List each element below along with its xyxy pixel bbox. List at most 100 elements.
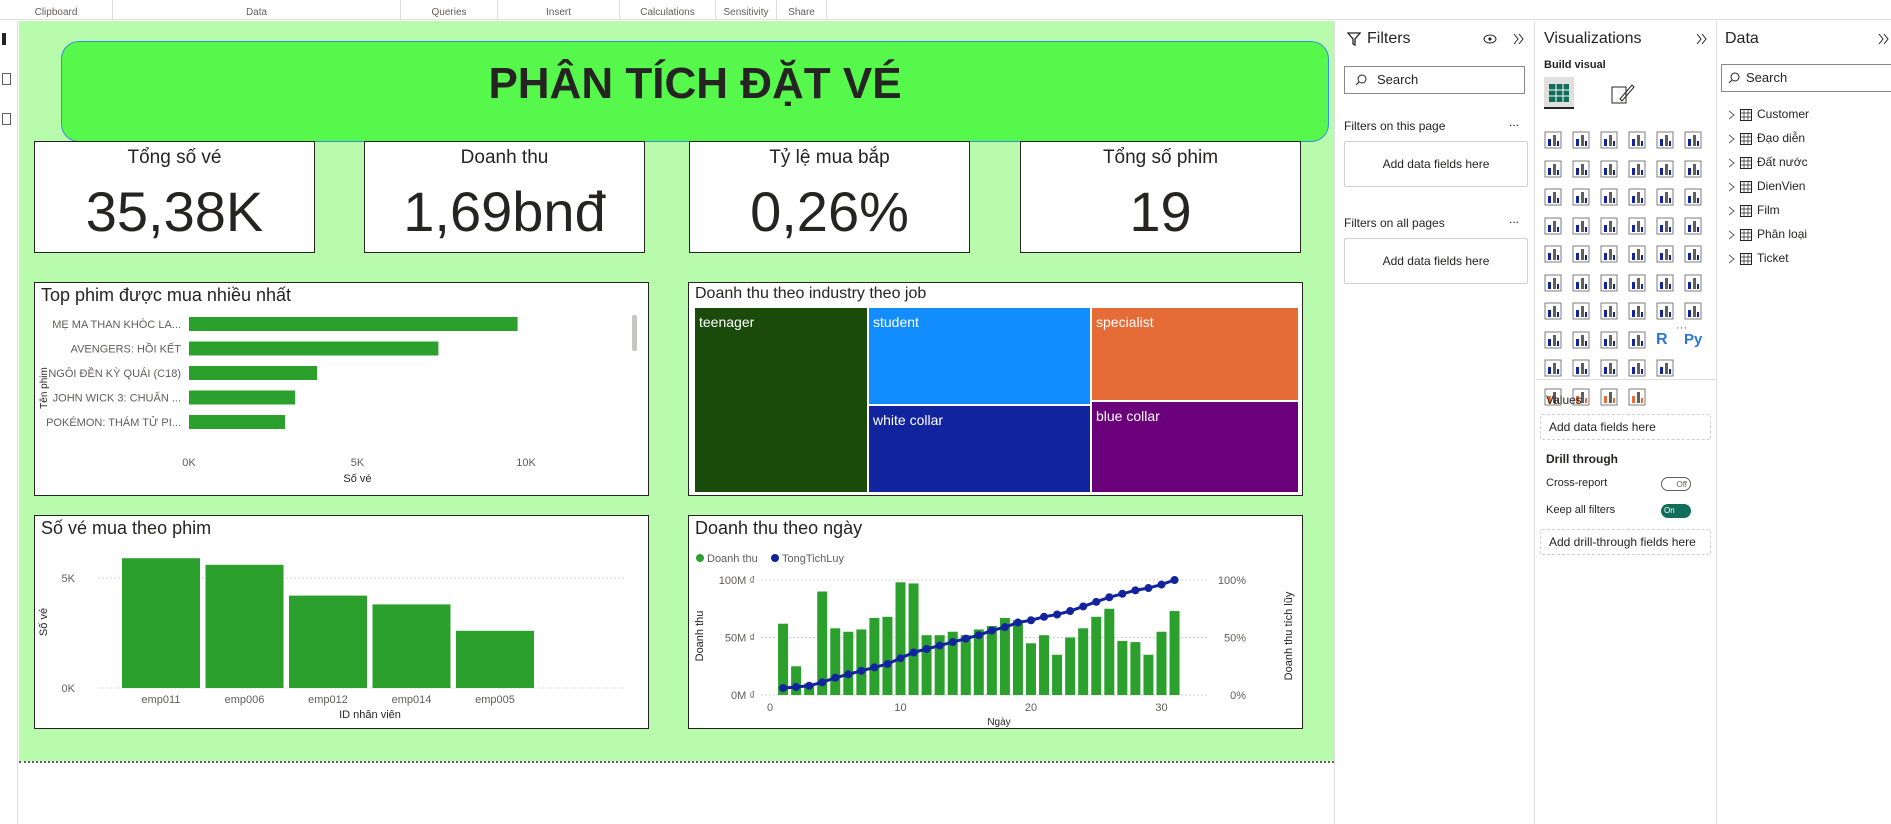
table-view-icon[interactable] xyxy=(2,73,11,85)
visual-type-icon[interactable] xyxy=(1656,160,1674,178)
visual-type-icon[interactable] xyxy=(1572,160,1590,178)
data-table-item[interactable]: Phân loại xyxy=(1728,224,1807,244)
revenue-treemap[interactable]: Doanh thu theo industry theo job teenage… xyxy=(688,282,1303,496)
visual-type-icon[interactable] xyxy=(1544,245,1562,263)
visual-type-icon[interactable] xyxy=(1600,388,1618,406)
scrollbar-thumb xyxy=(632,315,637,351)
revenue-by-day-chart[interactable]: Doanh thu theo ngày Doanh thu TongTichLuy… xyxy=(688,515,1303,729)
format-visual-icon[interactable] xyxy=(1610,81,1636,107)
visual-type-icon[interactable] xyxy=(1572,217,1590,235)
visual-type-icon[interactable] xyxy=(1656,217,1674,235)
visual-type-icon[interactable] xyxy=(1572,131,1590,149)
treemap-cell-student[interactable]: student xyxy=(869,308,1090,404)
r-script-visual-icon[interactable]: R xyxy=(1656,331,1674,349)
visual-type-icon[interactable] xyxy=(1628,188,1646,206)
drill-through-drop-zone[interactable]: Add drill-through fields here xyxy=(1540,529,1711,555)
ribbon-group-data: Data xyxy=(113,0,401,20)
top-movies-chart[interactable]: Top phim được mua nhiều nhất MẸ MA THAN … xyxy=(34,282,649,496)
data-table-item[interactable]: Đất nước xyxy=(1728,152,1808,172)
visual-type-icon[interactable] xyxy=(1656,274,1674,292)
card-total-tickets[interactable]: Tổng số vé 35,38K xyxy=(34,141,315,253)
card-total-movies[interactable]: Tổng số phim 19 xyxy=(1020,141,1301,253)
visual-type-icon[interactable] xyxy=(1628,131,1646,149)
card-revenue[interactable]: Doanh thu 1,69bnđ xyxy=(364,141,645,253)
model-view-icon[interactable] xyxy=(2,113,11,125)
visual-type-icon[interactable] xyxy=(1572,302,1590,320)
visual-type-icon[interactable] xyxy=(1544,359,1562,377)
eye-icon[interactable] xyxy=(1483,34,1497,44)
collapse-chevron-icon[interactable] xyxy=(1513,33,1525,45)
visual-type-icon[interactable] xyxy=(1600,245,1618,263)
data-table-item[interactable]: Đạo diễn xyxy=(1728,128,1805,148)
visual-type-icon[interactable] xyxy=(1600,359,1618,377)
visual-type-icon[interactable] xyxy=(1684,302,1702,320)
visual-type-icon[interactable] xyxy=(1684,188,1702,206)
visual-type-icon[interactable] xyxy=(1628,274,1646,292)
visual-type-icon[interactable] xyxy=(1544,302,1562,320)
data-search-input[interactable]: Search xyxy=(1721,64,1891,92)
visual-type-icon[interactable] xyxy=(1544,274,1562,292)
visual-type-icon[interactable] xyxy=(1684,160,1702,178)
cross-report-toggle[interactable]: Off xyxy=(1661,477,1691,491)
filters-page-drop-zone[interactable]: Add data fields here xyxy=(1344,141,1528,187)
report-title-banner[interactable]: PHÂN TÍCH ĐẶT VÉ xyxy=(61,41,1329,142)
visual-type-icon[interactable] xyxy=(1600,160,1618,178)
more-options-icon[interactable]: ... xyxy=(1509,115,1519,129)
tickets-by-employee-chart[interactable]: Số vé mua theo phim 0K 5K emp011 emp006 emp0… xyxy=(34,515,649,729)
visual-type-icon[interactable] xyxy=(1656,359,1674,377)
visual-type-icon[interactable] xyxy=(1656,188,1674,206)
treemap-cell-specialist[interactable]: specialist xyxy=(1092,308,1298,400)
visual-type-icon[interactable] xyxy=(1628,245,1646,263)
visual-type-icon[interactable] xyxy=(1600,217,1618,235)
chevron-right-icon xyxy=(1728,110,1735,120)
visual-type-icon[interactable] xyxy=(1628,302,1646,320)
visual-type-icon[interactable] xyxy=(1544,160,1562,178)
visual-type-icon[interactable] xyxy=(1600,188,1618,206)
data-table-item[interactable]: Customer xyxy=(1728,104,1809,124)
visual-type-icon[interactable] xyxy=(1656,131,1674,149)
visual-type-icon[interactable] xyxy=(1572,359,1590,377)
card-popcorn-rate[interactable]: Tỷ lệ mua bắp 0,26% xyxy=(689,141,970,253)
treemap-cell-white-collar[interactable]: white collar xyxy=(869,406,1090,492)
visual-type-icon[interactable] xyxy=(1656,302,1674,320)
visual-type-icon[interactable] xyxy=(1684,131,1702,149)
visual-type-icon[interactable] xyxy=(1628,388,1646,406)
visual-type-icon[interactable] xyxy=(1628,160,1646,178)
visual-type-icon[interactable] xyxy=(1656,245,1674,263)
more-visuals-icon[interactable]: ··· xyxy=(1676,322,1687,334)
filters-all-drop-zone[interactable]: Add data fields here xyxy=(1344,238,1528,284)
visual-type-icon[interactable] xyxy=(1572,245,1590,263)
collapse-chevron-icon[interactable] xyxy=(1878,33,1890,45)
data-table-item[interactable]: Ticket xyxy=(1728,248,1789,268)
visual-type-icon[interactable] xyxy=(1684,217,1702,235)
visual-type-icon[interactable] xyxy=(1544,188,1562,206)
data-table-item[interactable]: DienVien xyxy=(1728,176,1805,196)
visual-type-icon[interactable] xyxy=(1600,274,1618,292)
visual-type-icon[interactable] xyxy=(1544,217,1562,235)
visual-type-icon[interactable] xyxy=(1628,359,1646,377)
collapse-chevron-icon[interactable] xyxy=(1696,33,1708,45)
report-canvas[interactable]: PHÂN TÍCH ĐẶT VÉ Tổng số vé 35,38K Doanh… xyxy=(19,21,1334,761)
visual-type-icon[interactable] xyxy=(1544,331,1562,349)
visual-type-icon[interactable] xyxy=(1600,131,1618,149)
keep-filters-toggle[interactable]: On xyxy=(1661,504,1691,518)
treemap-cell-teenager[interactable]: teenager xyxy=(695,308,867,492)
filters-search-input[interactable]: Search xyxy=(1344,66,1525,94)
values-drop-zone[interactable]: Add data fields here xyxy=(1540,414,1711,440)
visual-type-icon[interactable] xyxy=(1684,245,1702,263)
visual-type-icon[interactable] xyxy=(1628,331,1646,349)
more-options-icon[interactable]: ... xyxy=(1509,212,1519,226)
visual-type-icon[interactable] xyxy=(1600,331,1618,349)
treemap-cell-blue-collar[interactable]: blue collar xyxy=(1092,402,1298,492)
visual-type-icon[interactable] xyxy=(1572,188,1590,206)
visual-type-icon[interactable] xyxy=(1572,274,1590,292)
build-visual-tab[interactable] xyxy=(1544,77,1574,109)
visual-type-icon[interactable] xyxy=(1544,131,1562,149)
visual-type-icon[interactable] xyxy=(1572,331,1590,349)
visual-type-icon[interactable] xyxy=(1684,274,1702,292)
report-view-icon[interactable] xyxy=(2,33,6,45)
visual-type-icon[interactable] xyxy=(1628,217,1646,235)
line-point xyxy=(961,634,970,643)
visual-type-icon[interactable] xyxy=(1600,302,1618,320)
data-table-item[interactable]: Film xyxy=(1728,200,1780,220)
